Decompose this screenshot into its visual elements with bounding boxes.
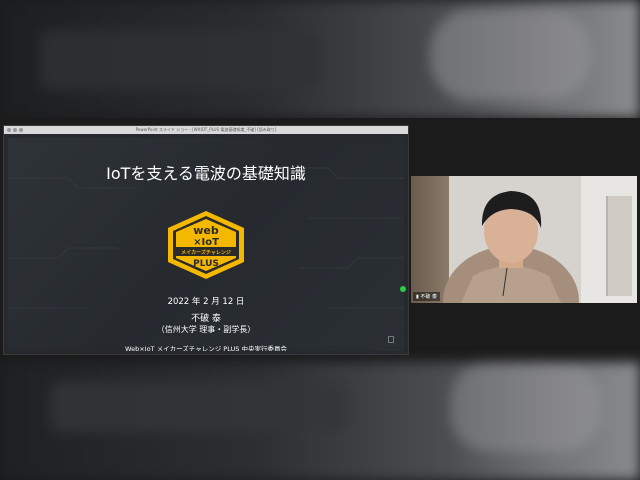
- logo-text-iot: ×IoT: [193, 237, 219, 248]
- web-iot-logo: web ×IoT メイカーズチャレンジ PLUS: [168, 211, 244, 279]
- presentation-slide[interactable]: IoTを支える電波の基礎知識 web ×IoT メイカーズチャレンジ PLUS …: [8, 138, 404, 351]
- presenter-name: 不破 泰: [191, 314, 221, 324]
- window-titlebar[interactable]: PowerPoint スライド ショー - [WXIOT_PLUS 電波基礎知識…: [4, 126, 408, 134]
- background-blur-bottom: [0, 362, 640, 480]
- participant-video-tile[interactable]: ▮ 不破 泰: [411, 176, 637, 303]
- logo-text-plus: PLUS: [193, 259, 219, 269]
- organizer-text: Web×IoT メイカーズチャレンジ PLUS 中央実行委員会: [125, 345, 287, 351]
- slide-page-icon: [388, 336, 394, 343]
- window-title: PowerPoint スライド ショー - [WXIOT_PLUS 電波基礎知識…: [135, 127, 277, 132]
- presenter-affiliation: （信州大学 理事・副学長）: [156, 325, 256, 334]
- active-speaker-indicator: [400, 286, 406, 292]
- logo-text-web: web: [193, 224, 219, 237]
- participant-name-label: ▮ 不破 泰: [413, 292, 440, 301]
- background-blur-top: [0, 0, 640, 118]
- window-controls[interactable]: [7, 128, 23, 132]
- meeting-area: PowerPoint スライド ショー - [WXIOT_PLUS 電波基礎知識…: [0, 118, 640, 362]
- mic-icon: ▮: [416, 294, 419, 300]
- shared-screen-window[interactable]: PowerPoint スライド ショー - [WXIOT_PLUS 電波基礎知識…: [3, 125, 409, 355]
- participant-avatar: [443, 191, 579, 303]
- slide-date: 2022 年 2 月 12 日: [167, 297, 245, 307]
- slide-title: IoTを支える電波の基礎知識: [106, 164, 306, 183]
- logo-text-makers: メイカーズチャレンジ: [181, 249, 231, 256]
